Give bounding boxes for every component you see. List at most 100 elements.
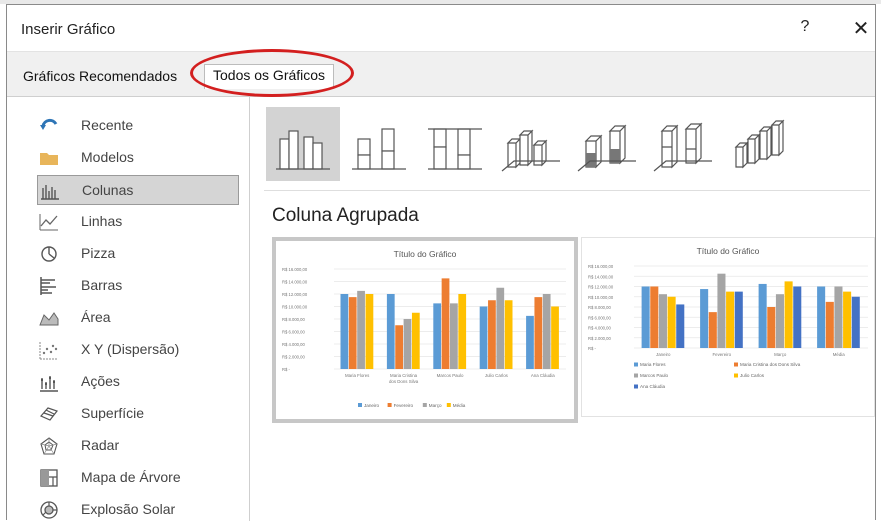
x-tick-label: Média — [833, 352, 846, 357]
sidebar-item-scatter[interactable]: X Y (Dispersão) — [39, 335, 235, 365]
x-tick-label: Fevereiro — [712, 352, 731, 357]
bar — [851, 296, 860, 348]
y-tick-label: R$ 8.000,00 — [588, 305, 611, 310]
y-tick-label: R$ 4.000,00 — [282, 342, 305, 347]
y-tick-label: R$ 10.000,00 — [588, 295, 614, 300]
help-button[interactable]: ? — [796, 18, 814, 36]
bar — [403, 319, 412, 369]
sidebar-item-label: Superfície — [81, 405, 145, 421]
sidebar-item-columns[interactable]: Colunas — [37, 175, 239, 205]
bar — [834, 286, 843, 348]
tab-recommended-charts[interactable]: Gráficos Recomendados — [19, 66, 181, 86]
y-tick-label: R$ 6.000,00 — [282, 330, 305, 335]
sidebar-item-label: Radar — [81, 437, 120, 453]
subtype-100-stacked-column[interactable] — [418, 107, 492, 181]
y-tick-label: R$ 8.000,00 — [282, 317, 305, 322]
sidebar-item-recent[interactable]: Recente — [39, 111, 235, 141]
chart-preview-by-person[interactable]: Título do Gráfico R$ 16.000,00 R$ 14.000,0… — [272, 237, 578, 423]
subtype-clustered-column[interactable] — [266, 107, 340, 181]
legend-label: Fevereiro — [394, 403, 414, 408]
legend-swatch — [422, 403, 427, 407]
bar — [825, 301, 834, 348]
bar — [534, 297, 543, 369]
subtype-3d-stacked-column[interactable] — [570, 107, 644, 181]
bar — [793, 286, 802, 348]
bar — [734, 291, 743, 348]
bar — [726, 291, 735, 348]
3d-100-stacked-column-icon — [653, 122, 712, 172]
bar — [411, 312, 420, 369]
recent-icon — [40, 118, 58, 130]
sidebar-item-label: Mapa de Árvore — [81, 469, 181, 485]
bar — [676, 304, 685, 348]
sidebar-item-pie[interactable]: Pizza — [39, 239, 235, 269]
legend-swatch — [446, 403, 451, 407]
subtype-3d-clustered-column[interactable] — [494, 107, 568, 181]
sidebar-item-label: Explosão Solar — [81, 501, 176, 517]
insert-chart-dialog: Inserir Gráfico ? ✕ Gráficos Recomendado… — [6, 4, 876, 521]
chart-title: Título do Gráfico — [394, 249, 457, 259]
legend-swatch — [734, 362, 738, 367]
subtype-3d-column[interactable] — [722, 107, 796, 181]
x-tick-label: Julio Carlos — [485, 373, 509, 378]
bar — [526, 315, 534, 369]
folder-icon — [40, 153, 58, 165]
tab-all-charts[interactable]: Todos os Gráficos — [204, 64, 335, 89]
legend-label: Marcos Paulo — [640, 373, 669, 378]
100-stacked-column-icon — [428, 128, 482, 170]
chart-preview-by-month[interactable]: Título do Gráfico R$ 16.000,00 R$ 14.000,0… — [581, 237, 875, 417]
separator — [264, 190, 870, 191]
sidebar-item-bars[interactable]: Barras — [39, 271, 235, 301]
close-button[interactable]: ✕ — [852, 16, 870, 41]
chart-subtype-panel: Coluna Agrupada Título do Gráfico R$ 16.0… — [250, 97, 875, 521]
legend-label: Maria Cristina dos Dons Silva — [740, 362, 801, 367]
y-tick-label: R$ 14.000,00 — [588, 274, 614, 279]
sidebar-item-sunburst[interactable]: Explosão Solar — [39, 495, 235, 525]
y-tick-label: R$ - — [588, 346, 597, 351]
legend-label: Média — [453, 403, 466, 408]
legend-swatch — [358, 403, 362, 407]
bar — [843, 291, 852, 348]
legend-label: Janeiro — [364, 403, 380, 408]
bar — [650, 286, 659, 348]
subtype-3d-100-stacked-column[interactable] — [646, 107, 720, 181]
column-chart-icon — [41, 185, 59, 200]
legend-swatch — [734, 373, 738, 378]
y-tick-label: R$ 6.000,00 — [588, 315, 611, 320]
legend-label: Maria Flores — [640, 362, 666, 367]
legend-label: Março — [429, 403, 442, 408]
bar — [700, 289, 709, 348]
sidebar-item-radar[interactable]: Radar — [39, 431, 235, 461]
bar — [708, 312, 717, 348]
subtype-stacked-column[interactable] — [342, 107, 416, 181]
y-tick-label: R$ 2.000,00 — [282, 355, 305, 360]
x-tick-label: Marcos Paulo — [437, 373, 464, 378]
sidebar-item-lines[interactable]: Linhas — [39, 207, 235, 237]
clustered-column-icon — [276, 130, 330, 170]
bar — [817, 286, 826, 348]
bar-chart-icon — [40, 277, 56, 295]
stacked-column-icon — [352, 128, 406, 170]
sidebar-item-label: X Y (Dispersão) — [81, 341, 180, 357]
legend-swatch — [634, 373, 638, 378]
sidebar-item-stock[interactable]: Ações — [39, 367, 235, 397]
surface-chart-icon — [40, 407, 58, 421]
x-tick-label: Maria Flores — [345, 373, 370, 378]
sidebar-item-templates[interactable]: Modelos — [39, 143, 235, 173]
y-tick-label: R$ 12.000,00 — [588, 285, 614, 290]
sidebar-item-surface[interactable]: Superfície — [39, 399, 235, 429]
y-tick-label: R$ 12.000,00 — [282, 292, 308, 297]
bar — [441, 278, 450, 369]
y-tick-label: R$ 14.000,00 — [282, 280, 308, 285]
sidebar-item-area[interactable]: Área — [39, 303, 235, 333]
sidebar-item-label: Barras — [81, 277, 123, 293]
dialog-title-bar: Inserir Gráfico ? ✕ — [7, 5, 875, 47]
line-chart-icon — [39, 214, 58, 231]
y-tick-label: R$ 16.000,00 — [282, 267, 308, 272]
y-tick-label: R$ - — [282, 367, 291, 372]
x-tick-label: Ana Cláudia — [531, 373, 555, 378]
y-tick-label: R$ 2.000,00 — [588, 336, 611, 341]
bar — [450, 303, 458, 369]
sidebar-item-treemap[interactable]: Mapa de Árvore — [39, 463, 235, 493]
bar — [348, 297, 357, 369]
